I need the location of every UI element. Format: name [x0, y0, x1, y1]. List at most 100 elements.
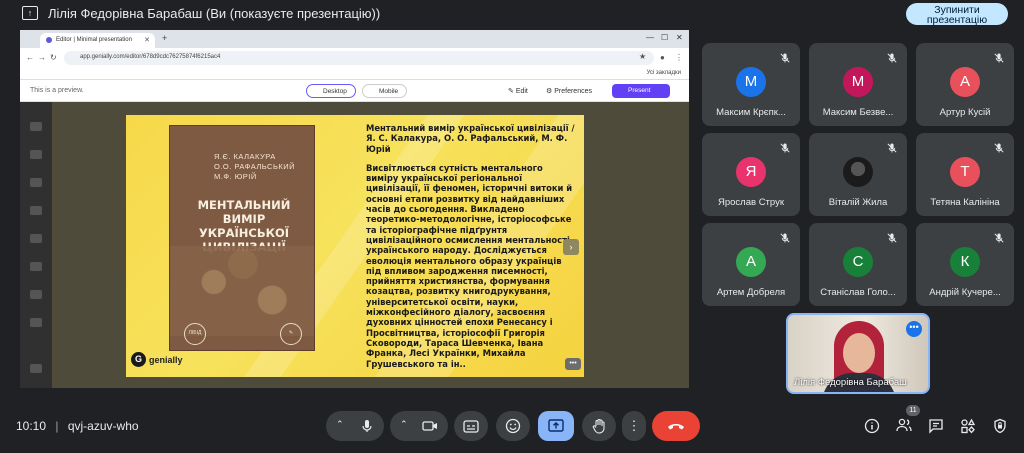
publisher-emblem-icon: ✎ [280, 323, 302, 345]
participant-tile[interactable]: Віталій Жила [809, 133, 907, 216]
mic-off-icon [886, 231, 898, 243]
raise-hand-button[interactable] [582, 411, 616, 441]
nav-item[interactable] [30, 122, 42, 131]
genially-logo-icon: G [131, 352, 146, 367]
nav-item[interactable] [30, 318, 42, 327]
nav-item[interactable] [30, 364, 42, 373]
avatar-initial: С [852, 253, 864, 270]
self-more-options-icon[interactable]: ••• [906, 321, 922, 337]
edit-button[interactable]: ✎ Edit [508, 87, 528, 95]
maximize-icon[interactable]: ☐ [661, 33, 668, 42]
new-tab-icon[interactable]: + [162, 33, 167, 43]
reload-icon[interactable]: ↻ [50, 53, 57, 62]
genially-preview-bar: This is a preview. Desktop Mobile ✎ Edit… [20, 80, 689, 102]
close-tab-icon[interactable]: ✕ [144, 36, 150, 44]
book-author: О.О. РАФАЛЬСЬКИЙ [214, 162, 296, 171]
book-citation: Ментальний вимір української цивілізації… [366, 123, 575, 154]
activities-icon[interactable] [960, 418, 976, 434]
avatar-initial: А [745, 253, 756, 270]
self-view-tile[interactable]: ••• Лілія Федорівна Барабаш [786, 313, 930, 394]
participant-tile[interactable]: С Станіслав Голо... [809, 223, 907, 306]
participant-tile[interactable]: М Максим Безве... [809, 43, 907, 126]
mic-off-icon [993, 231, 1005, 243]
mobile-label: Mobile [379, 88, 399, 95]
leave-call-button[interactable] [652, 411, 700, 441]
emoji-icon [505, 418, 521, 434]
mic-off-icon [779, 231, 791, 243]
mic-off-icon [993, 141, 1005, 153]
reactions-button[interactable] [496, 411, 530, 441]
captions-button[interactable] [454, 411, 488, 441]
top-bar: ↑ Лілія Федорівна Барабаш (Ви (показуєте… [0, 0, 1024, 28]
shared-screen: Editor | Minimal presentation ✕ + — ☐ ✕ … [20, 30, 689, 388]
participant-avatar: М [736, 67, 766, 97]
presenting-icon: ↑ [22, 6, 38, 20]
all-bookmarks-link[interactable]: Усі закладки [646, 70, 681, 76]
participant-tile[interactable]: М Максим Крєпк... [702, 43, 800, 126]
stop-presenting-button[interactable]: Зупинити презентацію [906, 3, 1008, 25]
stop-label-line2: презентацію [926, 13, 988, 26]
browser-tab[interactable]: Editor | Minimal presentation ✕ [40, 33, 155, 48]
browser-tab-title: Editor | Minimal presentation [56, 37, 132, 43]
nav-item[interactable] [30, 206, 42, 215]
people-icon[interactable] [896, 418, 912, 434]
participant-tile[interactable]: А Артем Добреля [702, 223, 800, 306]
close-window-icon[interactable]: ✕ [676, 33, 683, 42]
participant-name: Ярослав Струк [718, 197, 784, 208]
book-author: М.Ф. ЮРІЙ [214, 172, 257, 181]
preferences-button[interactable]: ⚙ Preferences [546, 87, 592, 95]
participant-avatar: А [950, 67, 980, 97]
meeting-separator: | [55, 419, 59, 433]
nav-item[interactable] [30, 290, 42, 299]
hang-up-icon [668, 424, 684, 430]
nav-item[interactable] [30, 262, 42, 271]
back-icon[interactable]: ← [26, 53, 34, 62]
more-options-button[interactable]: ⋮ [622, 411, 646, 441]
editor-left-nav [20, 102, 52, 388]
participant-avatar: Т [950, 157, 980, 187]
bookmark-star-icon[interactable]: ★ [639, 52, 646, 61]
camera-options-chevron-icon[interactable]: ⌃ [400, 419, 408, 430]
participant-tile[interactable]: К Андрій Кучере... [916, 223, 1014, 306]
participant-avatar: К [950, 247, 980, 277]
url-input[interactable]: app.genially.com/editor/678d9cdc76275874… [64, 51, 654, 65]
forward-icon[interactable]: → [38, 53, 46, 62]
url-text: app.genially.com/editor/678d9cdc76275874… [80, 54, 221, 60]
meeting-details-icon[interactable] [864, 418, 880, 434]
avatar-initial: Я [745, 163, 757, 180]
presenter-title: Лілія Федорівна Барабаш (Ви (показуєте п… [48, 6, 381, 21]
more-options-icon[interactable]: ••• [565, 358, 581, 370]
book-author: Я.Є. КАЛАКУРА [214, 152, 276, 161]
profile-icon[interactable]: ● [660, 53, 665, 62]
desktop-view-button[interactable]: Desktop [306, 84, 356, 98]
participant-tile[interactable]: Т Тетяна Калініна [916, 133, 1014, 216]
participant-name: Віталій Жила [828, 197, 888, 208]
desktop-label: Desktop [323, 88, 347, 95]
participant-tile[interactable]: А Артур Кусій [916, 43, 1014, 126]
chat-icon[interactable] [928, 418, 944, 434]
nav-item[interactable] [30, 150, 42, 159]
genially-present-button[interactable]: Present [612, 84, 670, 98]
mobile-view-button[interactable]: Mobile [362, 84, 408, 98]
participant-count-badge: 11 [906, 405, 920, 416]
participant-avatar: Я [736, 157, 766, 187]
browser-tab-strip: Editor | Minimal presentation ✕ + — ☐ ✕ [20, 30, 689, 48]
nav-item[interactable] [30, 234, 42, 243]
present-screen-button[interactable] [538, 411, 574, 441]
book-authors: Я.Є. КАЛАКУРА О.О. РАФАЛЬСЬКИЙ М.Ф. ЮРІЙ [214, 152, 295, 182]
microphone-control[interactable]: ⌃ [326, 411, 384, 441]
browser-menu-icon[interactable]: ⋮ [675, 53, 683, 62]
mic-options-chevron-icon[interactable]: ⌃ [336, 419, 344, 430]
minimize-icon[interactable]: — [646, 33, 654, 42]
next-slide-arrow-icon[interactable]: › [563, 239, 579, 255]
meeting-code: qvj-azuv-who [67, 419, 139, 433]
camera-control[interactable]: ⌃ [390, 411, 448, 441]
self-video-face [843, 333, 875, 373]
hand-icon [592, 418, 605, 434]
nav-item[interactable] [30, 178, 42, 187]
participant-name: Максим Безве... [822, 107, 894, 118]
genially-brand: genially [149, 354, 183, 365]
host-controls-icon[interactable] [992, 418, 1008, 434]
participant-tile[interactable]: Я Ярослав Струк [702, 133, 800, 216]
participant-name: Артур Кусій [939, 107, 991, 118]
